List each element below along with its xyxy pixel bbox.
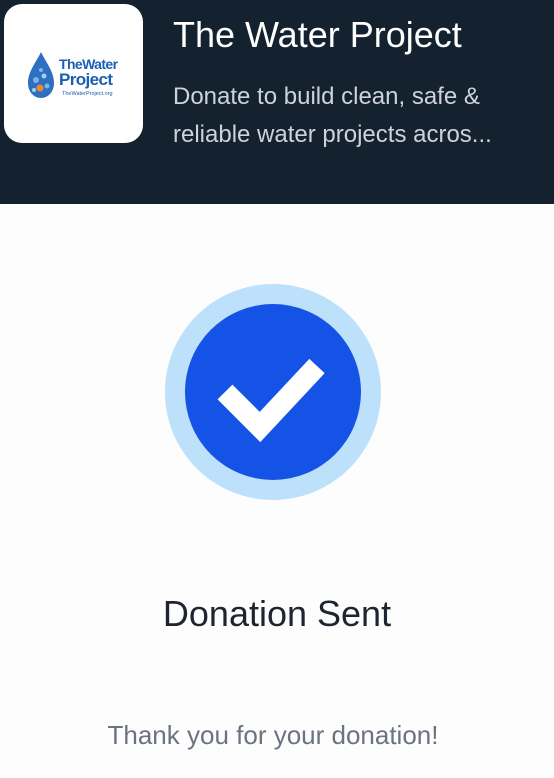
logo-text-line2: Project xyxy=(59,70,113,89)
status-title: Donation Sent xyxy=(162,593,392,634)
water-drop-icon xyxy=(28,52,54,98)
org-description: Donate to build clean, safe & reliable w… xyxy=(173,83,492,148)
status-message: Thank you for your donation! xyxy=(107,720,439,750)
org-title: The Water Project xyxy=(173,14,462,55)
checkmark-icon xyxy=(165,284,381,500)
logo-mark: TheWater Project TheWaterProject.org xyxy=(22,44,128,106)
logo-url: TheWaterProject.org xyxy=(62,91,113,97)
org-logo[interactable]: TheWater Project TheWaterProject.org xyxy=(4,4,143,143)
success-circle xyxy=(185,304,361,480)
header: TheWater Project TheWaterProject.org The… xyxy=(0,0,554,204)
success-badge xyxy=(165,284,381,500)
